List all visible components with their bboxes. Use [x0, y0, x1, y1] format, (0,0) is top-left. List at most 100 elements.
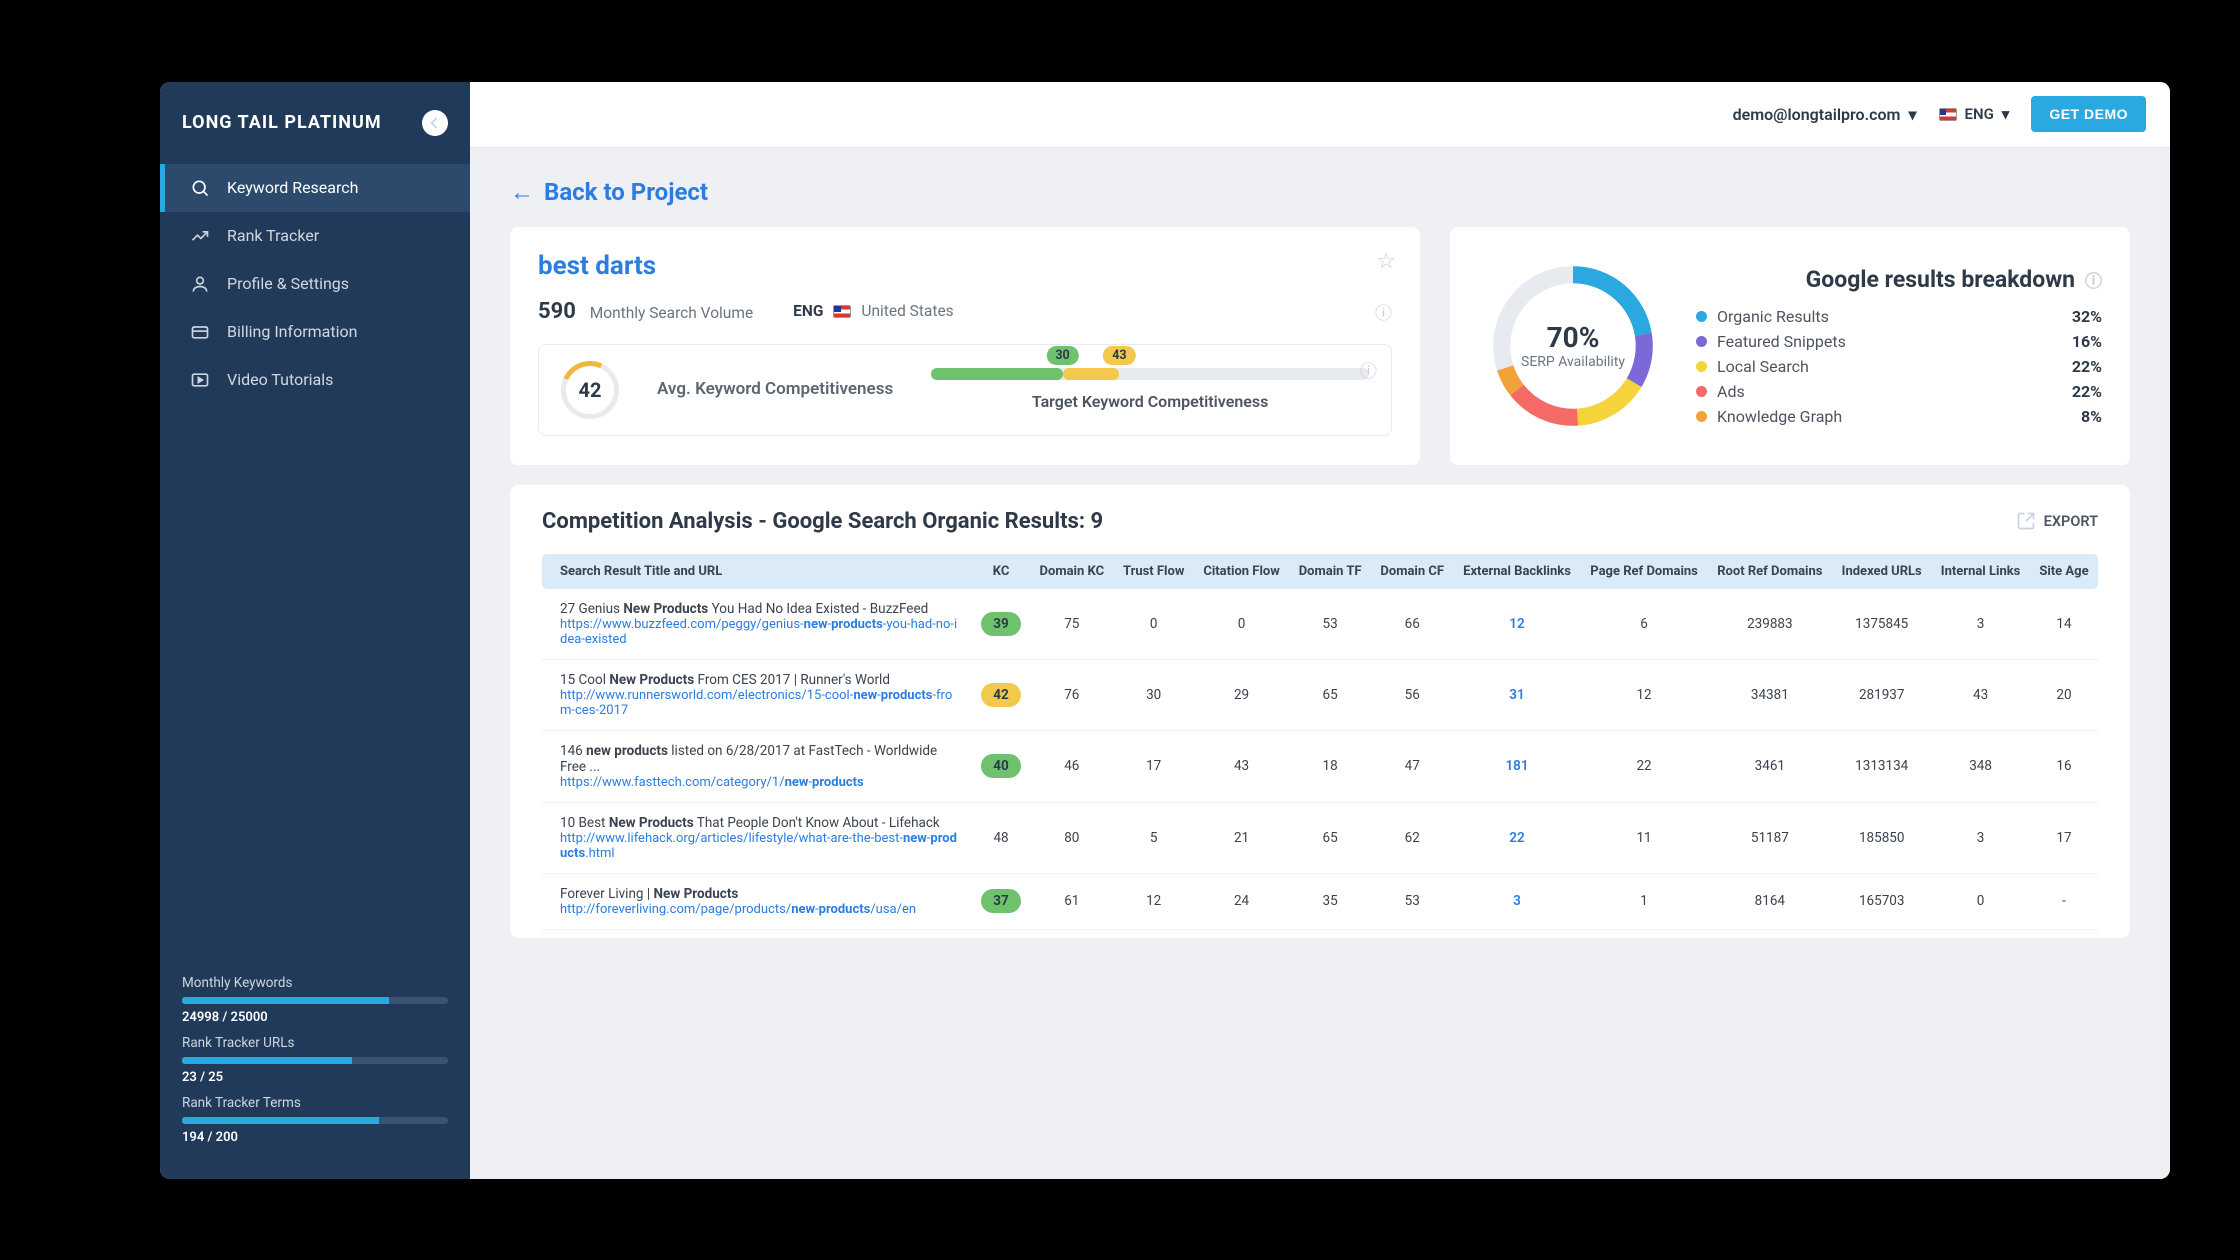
table-header[interactable]: Domain KC — [1030, 554, 1113, 589]
keyword-card: ☆ best darts 590 Monthly Search Volume E… — [510, 227, 1420, 465]
language-switcher[interactable]: ENG ▾ — [1939, 105, 2010, 123]
competition-title: Competition Analysis - Google Search Org… — [542, 509, 1103, 534]
sidebar-nav: Keyword Research Rank Tracker Profile & Se… — [160, 164, 470, 404]
avg-kc-label: Avg. Keyword Competitiveness — [657, 378, 893, 400]
kc-pill: 37 — [981, 889, 1021, 913]
back-label: Back to Project — [544, 178, 708, 206]
collapse-sidebar-button[interactable] — [422, 110, 448, 136]
meter-label: Rank Tracker URLs — [182, 1035, 448, 1051]
sidebar-item-profile-settings[interactable]: Profile & Settings — [160, 260, 470, 308]
table-header[interactable]: Indexed URLs — [1832, 554, 1931, 589]
table-header[interactable]: Domain TF — [1289, 554, 1371, 589]
sidebar-header: LONG TAIL PLATINUM — [160, 82, 470, 164]
table-cell: 18 — [1289, 730, 1371, 802]
table-header[interactable]: External Backlinks — [1453, 554, 1580, 589]
result-cell: 15 Cool New Products From CES 2017 | Run… — [542, 659, 972, 730]
breakdown-label: Featured Snippets — [1717, 332, 1846, 351]
tkc-pill-high: 43 — [1103, 346, 1135, 365]
table-cell[interactable]: 12 — [1453, 589, 1580, 660]
target-kc-label: Target Keyword Competitiveness — [931, 392, 1369, 411]
table-cell: 22 — [1581, 730, 1708, 802]
table-cell[interactable]: 181 — [1453, 730, 1580, 802]
sidebar-item-video-tutorials[interactable]: Video Tutorials — [160, 356, 470, 404]
table-cell: 1 — [1581, 873, 1708, 929]
trend-icon — [189, 226, 211, 246]
content: ← Back to Project ☆ best darts 590 Month… — [470, 148, 2170, 968]
locale-block: ENG United States — [793, 302, 954, 320]
legend-dot — [1696, 336, 1707, 347]
table-header[interactable]: Internal Links — [1931, 554, 2030, 589]
table-header[interactable]: Site Age — [2030, 554, 2098, 589]
result-url[interactable]: https://www.buzzfeed.com/peggy/genius-ne… — [560, 617, 963, 647]
user-email: demo@longtailpro.com — [1733, 105, 1901, 124]
avg-kc-value: 42 — [579, 378, 602, 402]
breakdown-label: Local Search — [1717, 357, 1809, 376]
table-header[interactable]: Root Ref Domains — [1708, 554, 1833, 589]
favorite-star-icon[interactable]: ☆ — [1376, 249, 1396, 274]
table-cell: 35 — [1289, 873, 1371, 929]
keyword-meta: 590 Monthly Search Volume ENG United Sta… — [538, 299, 1392, 324]
breakdown-pct: 16% — [2072, 332, 2102, 351]
flag-icon — [833, 305, 851, 318]
get-demo-button[interactable]: GET DEMO — [2031, 96, 2146, 132]
back-to-project-link[interactable]: ← Back to Project — [510, 178, 2130, 207]
info-icon[interactable]: ⓘ — [1360, 357, 1377, 382]
result-url[interactable]: http://www.lifehack.org/articles/lifesty… — [560, 831, 963, 861]
table-header[interactable]: Trust Flow — [1114, 554, 1194, 589]
brand-logo: LONG TAIL PLATINUM — [182, 112, 382, 133]
sidebar-item-rank-tracker[interactable]: Rank Tracker — [160, 212, 470, 260]
table-cell[interactable]: 22 — [1453, 802, 1580, 873]
breakdown-pct: 22% — [2072, 357, 2102, 376]
user-menu[interactable]: demo@longtailpro.com ▾ — [1733, 105, 1917, 124]
breakdown-label: Knowledge Graph — [1717, 407, 1842, 426]
table-cell: 165703 — [1832, 873, 1931, 929]
table-cell: 3461 — [1708, 730, 1833, 802]
sidebar-item-label: Rank Tracker — [227, 226, 319, 245]
table-header[interactable]: Domain CF — [1371, 554, 1453, 589]
meter-bar — [182, 1117, 448, 1124]
chevron-down-icon: ▾ — [1908, 105, 1916, 124]
sidebar-item-label: Profile & Settings — [227, 274, 349, 293]
breakdown-label: Organic Results — [1717, 307, 1829, 326]
info-icon[interactable]: ⓘ — [1375, 299, 1392, 324]
usage-meter: Rank Tracker Terms 194 / 200 — [182, 1095, 448, 1145]
table-cell: - — [2030, 873, 2098, 929]
table-row[interactable]: 15 Cool New Products From CES 2017 | Run… — [542, 659, 2098, 730]
table-header[interactable]: Search Result Title and URL — [542, 554, 972, 589]
tkc-seg-yellow — [1063, 368, 1120, 380]
user-icon — [189, 274, 211, 294]
result-url[interactable]: https://www.fasttech.com/category/1/new-… — [560, 775, 963, 790]
table-row[interactable]: 27 Genius New Products You Had No Idea E… — [542, 589, 2098, 660]
table-row[interactable]: 146 new products listed on 6/28/2017 at … — [542, 730, 2098, 802]
serp-breakdown-right: Google results breakdown ⓘ Organic Resul… — [1696, 266, 2102, 426]
app-window: LONG TAIL PLATINUM Keyword Research Rank … — [160, 82, 2170, 1179]
table-cell: 11 — [1581, 802, 1708, 873]
breakdown-title-text: Google results breakdown — [1806, 266, 2075, 293]
export-button[interactable]: EXPORT — [2016, 511, 2098, 531]
kc-pill: 42 — [981, 683, 1021, 707]
table-header[interactable]: Citation Flow — [1194, 554, 1289, 589]
table-cell[interactable]: 31 — [1453, 659, 1580, 730]
result-url[interactable]: http://www.runnersworld.com/electronics/… — [560, 688, 963, 718]
table-cell: 8164 — [1708, 873, 1833, 929]
table-cell: 3 — [1931, 802, 2030, 873]
legend-dot — [1696, 311, 1707, 322]
meter-bar — [182, 1057, 448, 1064]
info-icon[interactable]: ⓘ — [2085, 267, 2102, 292]
table-header[interactable]: KC — [972, 554, 1030, 589]
serp-breakdown-list: Organic Results32%Featured Snippets16%Lo… — [1696, 307, 2102, 426]
table-cell: 66 — [1371, 589, 1453, 660]
table-row[interactable]: 10 Best New Products That People Don't K… — [542, 802, 2098, 873]
competition-card: Competition Analysis - Google Search Org… — [510, 485, 2130, 938]
table-cell[interactable]: 3 — [1453, 873, 1580, 929]
search-volume-label: Monthly Search Volume — [590, 304, 753, 322]
sidebar-item-billing-information[interactable]: Billing Information — [160, 308, 470, 356]
table-cell: 3 — [1931, 589, 2030, 660]
result-url[interactable]: http://foreverliving.com/page/products/n… — [560, 902, 963, 917]
sidebar-item-keyword-research[interactable]: Keyword Research — [160, 164, 470, 212]
competition-table: Search Result Title and URLKCDomain KCTr… — [542, 554, 2098, 930]
serp-breakdown-title: Google results breakdown ⓘ — [1696, 266, 2102, 293]
serp-donut: 70% SERP Availability — [1478, 251, 1668, 441]
table-row[interactable]: Forever Living | New Products http://for… — [542, 873, 2098, 929]
table-header[interactable]: Page Ref Domains — [1581, 554, 1708, 589]
